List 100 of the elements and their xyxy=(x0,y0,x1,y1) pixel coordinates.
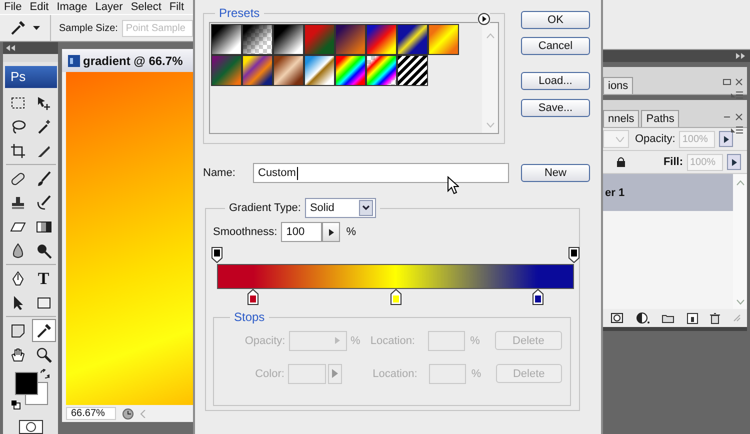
opacity-stop[interactable] xyxy=(568,247,580,263)
gradient-preset[interactable] xyxy=(335,55,366,86)
new-layer-icon[interactable] xyxy=(686,312,698,324)
percent-unit: % xyxy=(469,334,481,346)
pen-icon xyxy=(10,270,26,286)
smoothness-arrow-button[interactable] xyxy=(322,222,340,242)
arrow-icon xyxy=(732,158,736,166)
arrow-button[interactable] xyxy=(727,154,741,170)
gradient-icon xyxy=(36,218,52,234)
gradient-type-label: Gradient Type: xyxy=(229,202,301,214)
dialog-button[interactable]: Load... xyxy=(521,72,590,90)
stops-title: Stops xyxy=(233,310,266,324)
opacity-label: Opacity: xyxy=(635,133,676,145)
menu-item[interactable]: Filt xyxy=(169,1,184,13)
gradient-preset[interactable] xyxy=(366,24,397,55)
menu-item[interactable]: Select xyxy=(130,1,162,13)
color-stop[interactable] xyxy=(247,289,258,305)
presets-title: Presets xyxy=(218,6,261,20)
name-field[interactable]: Custom xyxy=(253,163,509,183)
opacity-label: Opacity: xyxy=(244,334,286,346)
lasso-icon xyxy=(10,118,26,134)
folder-icon[interactable] xyxy=(662,313,674,323)
tool-button[interactable]: T xyxy=(32,267,56,290)
brush-icon xyxy=(36,170,52,186)
dialog-button[interactable]: Save... xyxy=(521,99,590,117)
menu-icon[interactable] xyxy=(731,91,743,99)
mouse-pointer-icon xyxy=(447,176,459,195)
lock-icon[interactable] xyxy=(617,157,625,167)
percent-unit: % xyxy=(346,226,356,238)
maximize-icon[interactable] xyxy=(723,78,731,86)
sample-size-label: Sample Size: xyxy=(59,22,118,34)
menu-item[interactable]: File xyxy=(4,1,22,13)
new-button[interactable]: New xyxy=(521,164,590,182)
burn-icon xyxy=(36,242,52,258)
gradient-preset[interactable] xyxy=(273,55,304,86)
rectangle-icon xyxy=(36,294,52,310)
menu-item[interactable]: Edit xyxy=(30,1,49,13)
percent-unit: % xyxy=(350,334,362,346)
close-icon[interactable] xyxy=(735,78,743,86)
marquee-icon xyxy=(10,94,26,110)
gradient-type-dropdown[interactable]: Solid xyxy=(304,198,376,218)
swap-colors-icon[interactable] xyxy=(40,369,50,379)
expand-icon[interactable] xyxy=(736,53,745,59)
note-icon xyxy=(10,322,26,338)
opacity-stop[interactable] xyxy=(212,247,222,263)
stamp-icon xyxy=(10,194,26,210)
crop-icon xyxy=(10,142,26,158)
resize-grip-icon[interactable] xyxy=(732,314,741,322)
gradient-preset[interactable] xyxy=(428,24,459,55)
dialog-button[interactable]: Cancel xyxy=(521,37,590,55)
quick-mask-icon[interactable] xyxy=(18,420,42,434)
move-icon xyxy=(36,94,52,110)
name-label: Name: xyxy=(203,167,236,179)
zoom-field[interactable]: 66.67% xyxy=(66,407,116,420)
menu-item[interactable]: Image xyxy=(56,1,88,13)
panel-tab[interactable]: Paths xyxy=(641,110,680,127)
panel-tab[interactable]: nnels xyxy=(603,110,640,127)
gradient-preset[interactable] xyxy=(242,24,273,55)
collapse-icon[interactable] xyxy=(6,45,15,51)
location-label: Location: xyxy=(370,334,416,346)
close-icon[interactable] xyxy=(735,113,743,121)
dialog-button[interactable]: OK xyxy=(521,11,590,29)
fill-label: Fill: xyxy=(663,156,683,168)
color-stop[interactable] xyxy=(532,289,544,305)
caret-icon[interactable] xyxy=(33,26,40,30)
trash-icon[interactable] xyxy=(710,312,720,324)
menu-item[interactable]: Layer xyxy=(95,1,123,13)
adjustment-icon[interactable] xyxy=(636,312,650,324)
color-stop[interactable] xyxy=(390,289,401,305)
hand-icon xyxy=(10,346,26,362)
gradient-preset[interactable] xyxy=(366,55,397,86)
gradient-preset[interactable] xyxy=(397,24,428,55)
mask-icon[interactable] xyxy=(611,313,624,323)
smoothness-field[interactable]: 100 xyxy=(281,222,322,242)
gradient-preset[interactable] xyxy=(211,24,242,55)
eyedropper-icon xyxy=(36,322,52,338)
clock-icon[interactable] xyxy=(122,408,134,420)
document-icon xyxy=(68,54,80,66)
default-colors-icon[interactable] xyxy=(10,400,20,410)
tool-button[interactable] xyxy=(32,319,56,342)
gradient-preset[interactable] xyxy=(304,55,335,86)
gradient-preset[interactable] xyxy=(242,55,273,86)
location-label: Location: xyxy=(372,368,418,380)
arrow-button[interactable] xyxy=(719,131,734,147)
app-logo: Ps xyxy=(4,66,56,88)
gradient-preset[interactable] xyxy=(273,24,304,55)
document-title: gradient @ 66.7% xyxy=(83,54,183,68)
arrow-icon xyxy=(332,369,338,378)
arrow-icon xyxy=(328,228,334,236)
panel-tab[interactable]: ions xyxy=(603,77,634,94)
gradient-preset[interactable] xyxy=(397,55,428,86)
eyedropper-icon[interactable] xyxy=(10,20,26,36)
arrow-icon xyxy=(724,136,729,142)
menu-icon[interactable] xyxy=(731,126,743,134)
flyout-menu-icon[interactable] xyxy=(478,13,490,25)
text-cursor xyxy=(296,166,298,180)
color-swatches-icon[interactable] xyxy=(14,372,48,405)
percent-unit: % xyxy=(470,368,482,380)
layer-row[interactable]: er 1 xyxy=(603,174,733,211)
color-label: Color: xyxy=(254,368,284,380)
